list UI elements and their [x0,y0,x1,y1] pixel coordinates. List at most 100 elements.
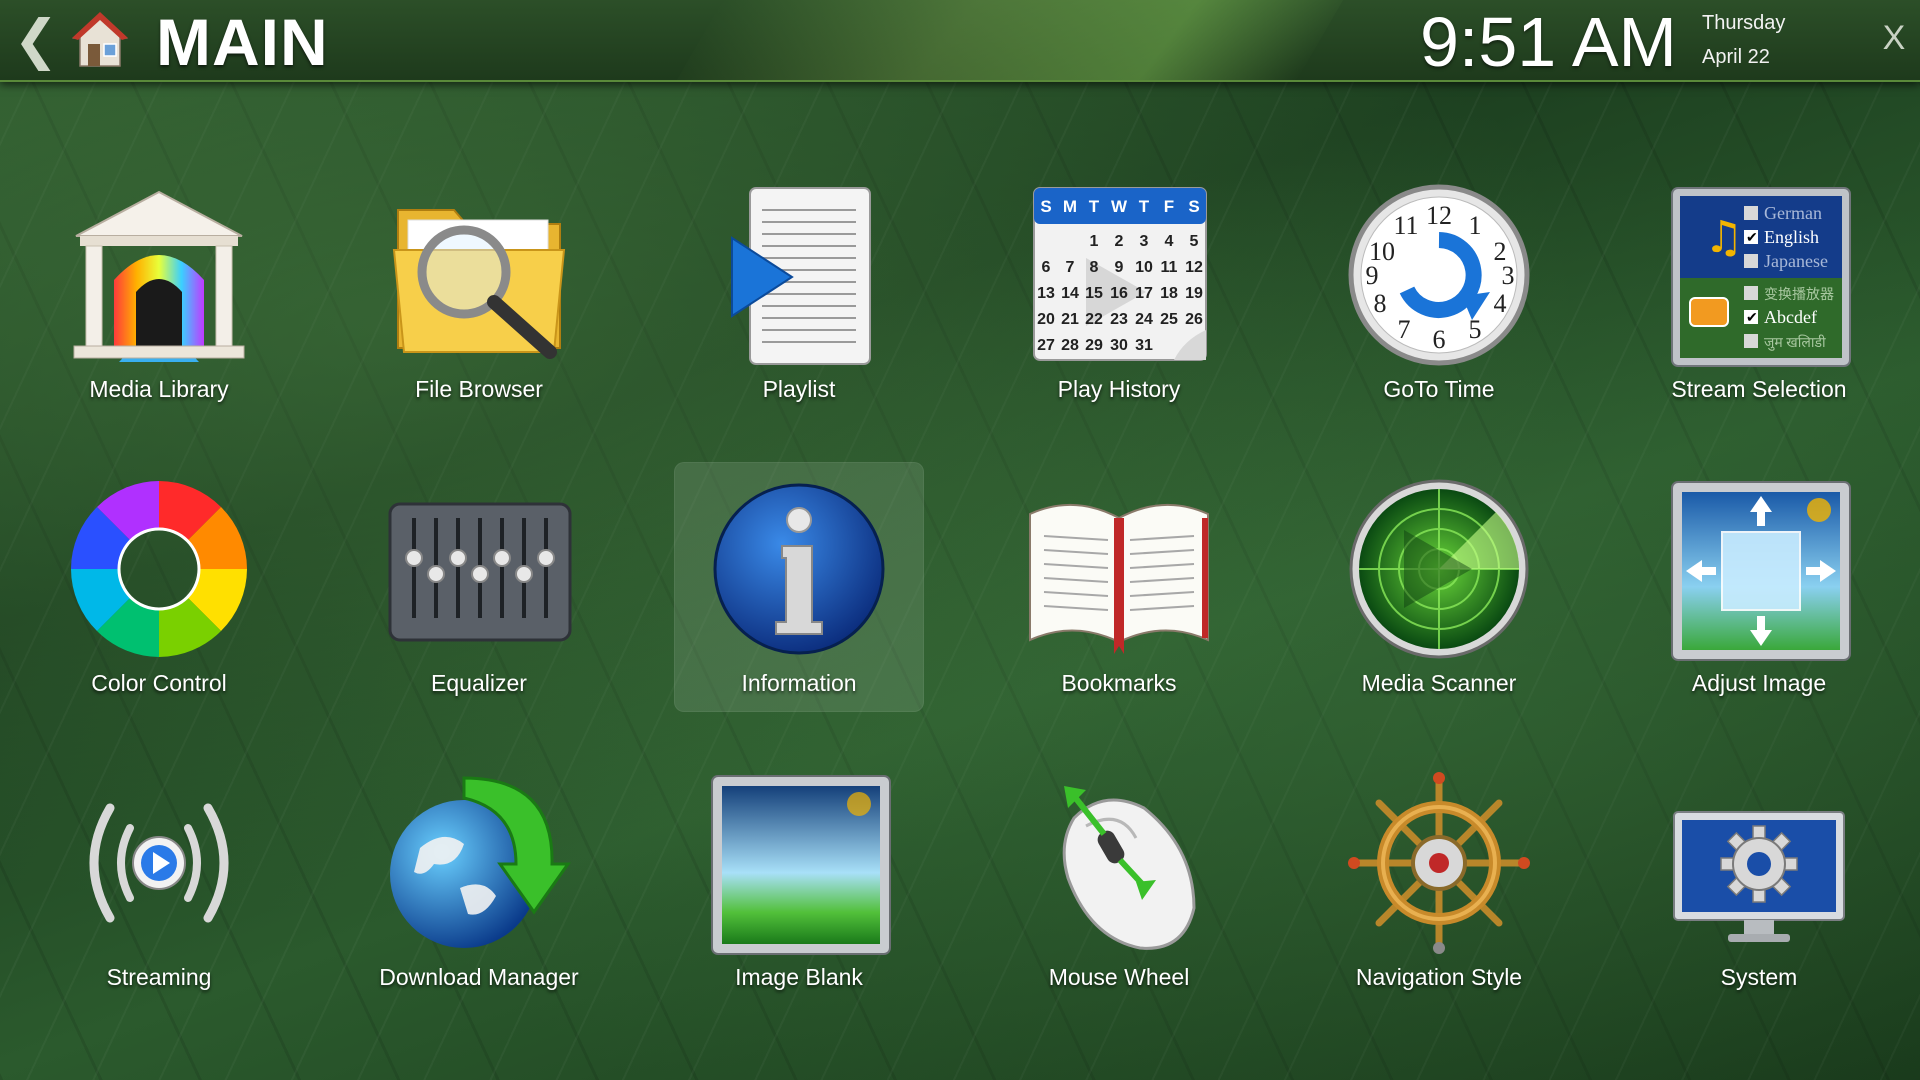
calendar-day: 19 [1185,285,1203,302]
svg-text:5: 5 [1469,315,1482,344]
menu-item-bookmarks[interactable]: Bookmarks [994,472,1244,722]
calendar-day: 2 [1115,233,1124,250]
svg-text:8: 8 [1374,289,1387,318]
svg-text:✔: ✔ [1746,231,1758,246]
calendar-day: 12 [1185,259,1203,276]
main-menu-screen: ❮ MAIN 9:51 AM Thursday April 22 X Media… [0,0,1920,1080]
calendar-day: 4 [1165,233,1174,250]
menu-item-label: Media Library [89,376,229,402]
calendar-header: S [1040,197,1051,216]
calendar-day: 15 [1085,285,1103,302]
image-blank-icon [711,775,891,955]
menu-item-label: Play History [1057,376,1181,402]
menu-item-play-history[interactable]: S M T W T F S 1 2 3 4 5 6 7 8 9 10 11 12… [994,178,1244,428]
calendar-header: W [1111,197,1128,216]
menu-item-streaming[interactable]: Streaming [34,766,284,1016]
calendar-day: 23 [1110,311,1128,328]
menu-item-media-library[interactable]: Media Library [34,178,284,428]
streaming-icon [89,803,229,923]
color-control-icon [71,481,247,657]
stream-audio-option: Japanese [1764,251,1828,271]
menu-item-system[interactable]: System [1634,766,1884,1016]
menu-item-label: Information [741,670,857,696]
menu-item-stream-selection[interactable]: ♫ German ✔ English Japanese 变换播放器 ✔ Abcd… [1634,178,1884,428]
clock-day: Thursday [1702,12,1786,34]
menu-item-playlist[interactable]: Playlist [674,178,924,428]
top-bar: ❮ MAIN 9:51 AM Thursday April 22 X [0,0,1920,82]
menu-item-color-control[interactable]: Color Control [34,472,284,722]
svg-text:3: 3 [1502,261,1515,290]
menu-item-label: Color Control [91,670,227,696]
svg-text:✔: ✔ [1746,311,1758,326]
stream-subtitle-option: जुम खलिाडी [1764,334,1826,351]
menu-item-label: Image Blank [735,964,863,990]
page-title: MAIN [156,5,329,79]
calendar-day: 29 [1085,337,1103,354]
calendar-day: 8 [1090,259,1099,276]
menu-item-label: System [1720,964,1798,990]
calendar-header: M [1063,197,1077,216]
calendar-day: 17 [1135,285,1153,302]
calendar-day: 18 [1160,285,1178,302]
svg-text:11: 11 [1393,211,1418,240]
menu-item-label: Adjust Image [1691,670,1827,696]
svg-text:6: 6 [1433,325,1446,354]
menu-item-adjust-image[interactable]: Adjust Image [1634,472,1884,722]
calendar-header: F [1164,197,1174,216]
goto-time-icon: 12 12 345 678 91011 [1348,184,1530,366]
menu-item-information[interactable]: Information [674,462,924,712]
calendar-header: T [1139,197,1150,216]
calendar-day: 9 [1115,259,1124,276]
calendar-day: 31 [1135,337,1153,354]
menu-item-equalizer[interactable]: Equalizer [354,472,604,722]
calendar-day: 30 [1110,337,1128,354]
calendar-header: T [1089,197,1100,216]
top-bar-highlight [676,0,1344,80]
menu-item-label: Equalizer [431,670,527,696]
system-icon [1673,811,1845,942]
svg-text:♫: ♫ [1704,212,1743,263]
menu-item-label: Navigation Style [1355,964,1523,990]
stream-selection-icon: ♫ German ✔ English Japanese 变换播放器 ✔ Abcd… [1671,187,1851,367]
calendar-day: 3 [1140,233,1149,250]
menu-item-mouse-wheel[interactable]: Mouse Wheel [994,766,1244,1016]
navigation-style-icon [1348,772,1530,954]
svg-text:1: 1 [1469,211,1482,240]
clock-date: April 22 [1702,46,1770,68]
bookmarks-icon [1029,504,1209,654]
menu-item-label: Bookmarks [1061,670,1177,696]
menu-item-label: Mouse Wheel [1048,964,1190,990]
close-button[interactable]: X [1876,14,1912,62]
svg-text:10: 10 [1369,237,1395,266]
file-browser-icon [392,209,566,359]
menu-item-label: Playlist [762,376,836,402]
menu-item-download-manager[interactable]: Download Manager [354,766,604,1016]
calendar-day: 7 [1066,259,1075,276]
calendar-day: 21 [1061,311,1079,328]
home-icon[interactable] [70,10,130,70]
calendar-day: 1 [1090,233,1099,250]
stream-audio-option: German [1764,203,1822,223]
svg-text:7: 7 [1398,315,1411,344]
menu-item-navigation-style[interactable]: Navigation Style [1314,766,1564,1016]
download-manager-icon [390,776,571,948]
back-button[interactable]: ❮ [13,12,58,68]
calendar-day: 25 [1160,311,1178,328]
svg-text:12: 12 [1426,201,1452,230]
menu-item-label: Streaming [106,964,212,990]
calendar-day: 10 [1135,259,1153,276]
play-history-icon: S M T W T F S 1 2 3 4 5 6 7 8 9 10 11 12… [1033,187,1207,361]
media-library-icon [73,190,245,362]
menu-item-image-blank[interactable]: Image Blank [674,766,924,1016]
calendar-day: 16 [1110,285,1128,302]
menu-item-goto-time[interactable]: 12 1 2 345 678 9 10 11 GoTo Time [1314,178,1564,428]
information-icon [713,483,885,655]
stream-audio-option: English [1764,227,1819,247]
menu-item-file-browser[interactable]: File Browser [354,178,604,428]
calendar-day: 13 [1037,285,1055,302]
calendar-day: 27 [1037,337,1055,354]
stream-subtitle-option: 变换播放器 [1764,286,1834,303]
clock-time: 9:51 AM [1420,3,1677,81]
menu-item-media-scanner[interactable]: Media Scanner [1314,472,1564,722]
calendar-day: 22 [1085,311,1103,328]
